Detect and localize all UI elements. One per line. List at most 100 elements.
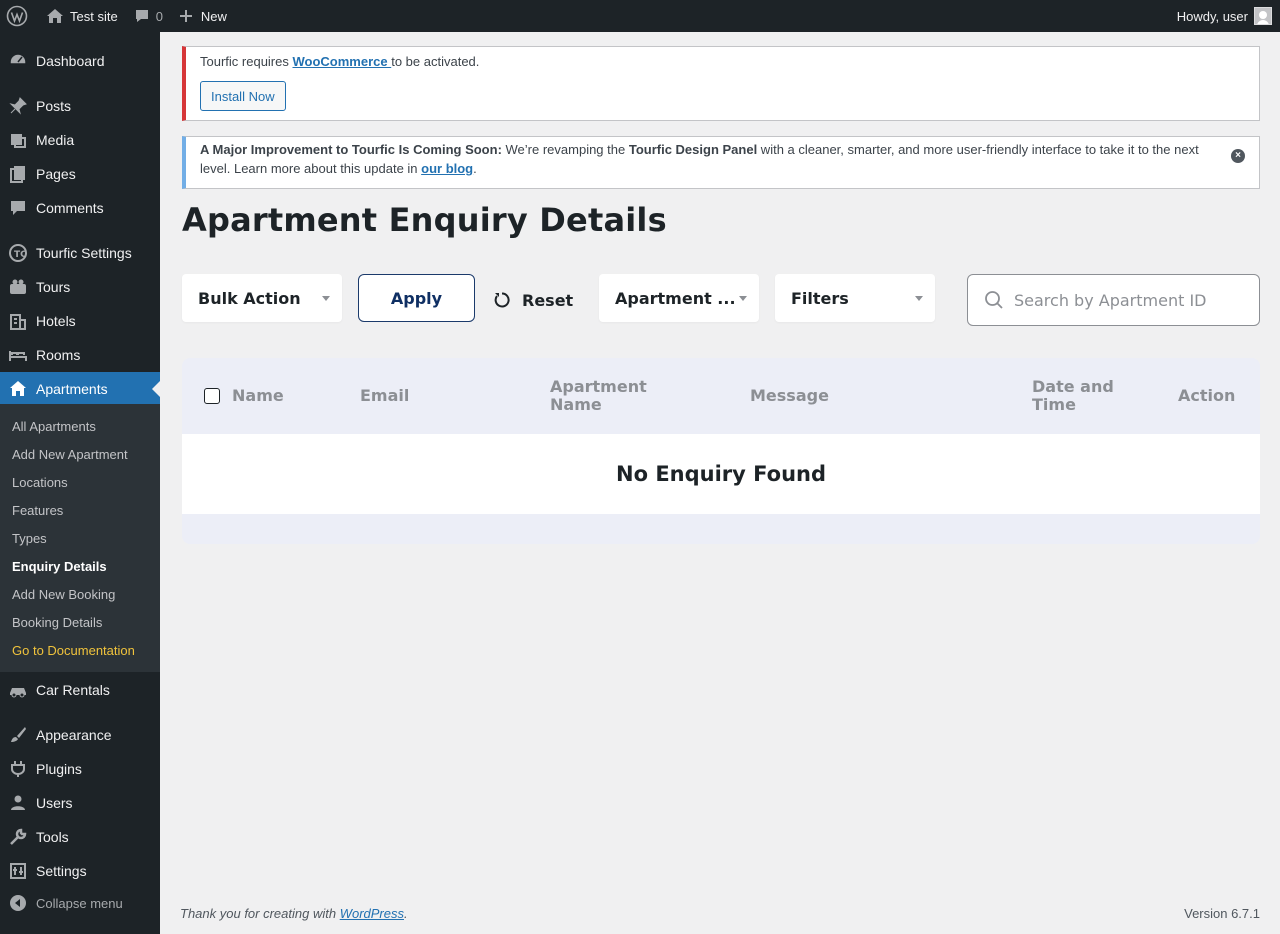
enquiry-table: Name Email Apartment Name Message Date a… <box>182 358 1260 544</box>
wordpress-logo-button[interactable] <box>0 0 38 32</box>
filters-select[interactable]: Filters <box>775 274 935 322</box>
submenu-features[interactable]: Features <box>12 503 63 518</box>
chevron-down-icon <box>915 296 923 301</box>
collapse-menu-button[interactable]: Collapse menu <box>0 886 160 920</box>
notice-text-after: to be activated. <box>391 54 480 69</box>
sidebar-item-apartments[interactable]: Apartments <box>0 372 160 406</box>
header-line: Time <box>1032 395 1076 414</box>
account-menu[interactable]: Howdy, user <box>1177 7 1280 25</box>
avatar <box>1254 7 1272 25</box>
sidebar-item-appearance[interactable]: Appearance <box>0 718 160 752</box>
sidebar-item-tools[interactable]: Tools <box>0 820 160 854</box>
pages-icon <box>0 164 36 184</box>
apply-button[interactable]: Apply <box>358 274 475 322</box>
wordpress-link[interactable]: WordPress <box>340 906 404 921</box>
chevron-down-icon <box>322 296 330 301</box>
sidebar-item-comments[interactable]: Comments <box>0 191 160 225</box>
submenu-booking-details[interactable]: Booking Details <box>12 615 102 630</box>
column-header-date-time[interactable]: Date and Time <box>1032 378 1114 414</box>
comments-link[interactable]: 0 <box>126 0 171 32</box>
sidebar-item-label: Tours <box>36 279 71 295</box>
submenu-add-new-booking[interactable]: Add New Booking <box>12 587 115 602</box>
sidebar-item-label: Posts <box>36 98 72 114</box>
home-icon <box>47 9 63 23</box>
sidebar-item-label: Tourfic Settings <box>36 245 132 261</box>
media-icon <box>0 130 36 150</box>
wrench-icon <box>0 827 36 847</box>
submenu-add-new-apartment[interactable]: Add New Apartment <box>12 447 128 462</box>
column-header-message[interactable]: Message <box>750 387 829 405</box>
search-icon <box>985 291 1003 309</box>
sidebar-item-tourfic-settings[interactable]: TC Tourfic Settings <box>0 236 160 270</box>
search-input[interactable] <box>1014 290 1244 310</box>
submenu-enquiry-details[interactable]: Enquiry Details <box>12 559 107 574</box>
sidebar-item-label: Dashboard <box>36 53 105 69</box>
notice-text: A Major Improvement to Tourfic Is Coming… <box>200 140 1210 178</box>
comments-count: 0 <box>155 8 163 24</box>
reset-button[interactable]: Reset <box>492 286 573 314</box>
tourfic-icon: TC <box>0 243 36 263</box>
reset-icon <box>494 292 510 308</box>
svg-text:TC: TC <box>14 250 27 260</box>
sidebar-item-rooms[interactable]: Rooms <box>0 338 160 372</box>
column-header-action: Action <box>1178 386 1236 405</box>
wordpress-icon <box>6 5 28 27</box>
submenu-types[interactable]: Types <box>12 531 47 546</box>
site-name: Test site <box>70 8 118 24</box>
collapse-icon <box>0 894 36 912</box>
notice-text-part: We’re revamping the <box>501 142 629 157</box>
site-name-link[interactable]: Test site <box>38 0 126 32</box>
sidebar-item-label: Pages <box>36 166 76 182</box>
submenu-locations[interactable]: Locations <box>12 475 68 490</box>
submenu-go-to-documentation[interactable]: Go to Documentation <box>12 643 135 658</box>
design-panel-notice: A Major Improvement to Tourfic Is Coming… <box>182 136 1260 189</box>
sidebar-item-posts[interactable]: Posts <box>0 89 160 123</box>
footer-period: . <box>404 906 408 921</box>
notice-emphasis: Tourfic Design Panel <box>628 142 758 157</box>
our-blog-link[interactable]: our blog <box>421 161 473 176</box>
sidebar-item-pages[interactable]: Pages <box>0 157 160 191</box>
woocommerce-link[interactable]: WooCommerce <box>292 54 391 69</box>
footer-thanks-text: Thank you for creating with <box>180 906 340 921</box>
sidebar-item-label: Rooms <box>36 347 81 363</box>
sidebar-item-dashboard[interactable]: Dashboard <box>0 44 160 78</box>
sidebar-item-settings[interactable]: Settings <box>0 854 160 888</box>
sidebar-item-label: Tools <box>36 829 69 845</box>
bulk-action-select[interactable]: Bulk Action <box>182 274 342 322</box>
admin-sidebar: Dashboard Posts Media Pages Comments TC … <box>0 32 160 934</box>
howdy-text: Howdy, user <box>1176 8 1248 24</box>
woocommerce-required-notice: Tourfic requires WooCommerce to be activ… <box>182 46 1260 121</box>
select-all-checkbox[interactable] <box>204 388 220 404</box>
car-icon <box>0 680 36 700</box>
comment-icon <box>135 10 148 22</box>
dismiss-close-icon[interactable]: × <box>1231 149 1245 163</box>
sidebar-item-hotels[interactable]: Hotels <box>0 304 160 338</box>
bulk-action-value: Bulk Action <box>198 288 301 308</box>
header-line: Apartment <box>550 377 647 396</box>
brush-icon <box>0 725 36 745</box>
sidebar-item-label: Apartments <box>36 381 108 397</box>
sidebar-item-media[interactable]: Media <box>0 123 160 157</box>
tours-icon <box>0 277 36 297</box>
column-header-name[interactable]: Name <box>232 387 284 405</box>
settings-icon <box>0 861 36 881</box>
sidebar-item-plugins[interactable]: Plugins <box>0 752 160 786</box>
column-header-email[interactable]: Email <box>360 387 409 405</box>
footer-thanks: Thank you for creating with WordPress. <box>180 906 408 921</box>
sidebar-item-users[interactable]: Users <box>0 786 160 820</box>
new-content-link[interactable]: New <box>171 0 235 32</box>
submenu-all-apartments[interactable]: All Apartments <box>12 419 96 434</box>
sidebar-item-tours[interactable]: Tours <box>0 270 160 304</box>
reset-label: Reset <box>522 290 574 310</box>
sidebar-item-label: Comments <box>36 200 104 216</box>
column-header-apartment-name[interactable]: Apartment Name <box>550 378 647 414</box>
pin-icon <box>0 96 36 116</box>
empty-state-message: No Enquiry Found <box>182 434 1260 514</box>
filters-value: Filters <box>791 288 849 308</box>
install-now-button[interactable]: Install Now <box>200 81 286 111</box>
apartment-filter-select[interactable]: Apartment ... <box>599 274 759 322</box>
dashboard-icon <box>0 51 36 71</box>
sidebar-item-car-rentals[interactable]: Car Rentals <box>0 673 160 707</box>
notice-heading: A Major Improvement to Tourfic Is Coming… <box>200 142 502 157</box>
search-box <box>967 274 1260 326</box>
